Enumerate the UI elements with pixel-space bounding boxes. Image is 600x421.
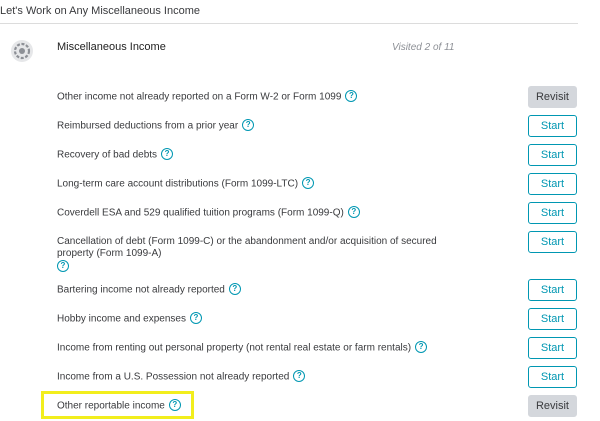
- item-label: Other reportable income?: [57, 399, 181, 413]
- item-label: Hobby income and expenses?: [57, 312, 202, 326]
- help-icon[interactable]: ?: [293, 370, 306, 382]
- start-button[interactable]: Start: [528, 115, 577, 137]
- help-icon[interactable]: ?: [168, 399, 181, 411]
- gear-icon: [11, 40, 33, 62]
- visited-count: Visited 2 of 11: [392, 42, 455, 53]
- start-button[interactable]: Start: [528, 279, 577, 301]
- item-label: Cancellation of debt (Form 1099-C) or th…: [57, 236, 437, 272]
- item-label: Bartering income not already reported?: [57, 283, 241, 297]
- help-icon[interactable]: ?: [302, 177, 315, 189]
- help-icon[interactable]: ?: [57, 260, 69, 272]
- help-icon[interactable]: ?: [189, 312, 202, 324]
- item-label: Reimbursed deductions from a prior year?: [57, 119, 255, 133]
- page-title: Let's Work on Any Miscellaneous Income: [0, 5, 200, 17]
- item-label: Coverdell ESA and 529 qualified tuition …: [57, 206, 360, 220]
- start-button[interactable]: Start: [528, 144, 577, 166]
- help-icon[interactable]: ?: [415, 341, 428, 353]
- help-icon[interactable]: ?: [242, 119, 255, 131]
- start-button[interactable]: Start: [528, 231, 577, 253]
- start-button[interactable]: Start: [528, 337, 577, 359]
- section-title: Miscellaneous Income: [57, 41, 166, 53]
- help-icon[interactable]: ?: [347, 206, 360, 218]
- start-button[interactable]: Start: [528, 308, 577, 330]
- item-label: Income from a U.S. Possession not alread…: [57, 370, 306, 384]
- start-button[interactable]: Start: [528, 366, 577, 388]
- item-label: Recovery of bad debts?: [57, 148, 174, 162]
- help-icon[interactable]: ?: [228, 283, 241, 295]
- start-button[interactable]: Start: [528, 202, 577, 224]
- revisit-button[interactable]: Revisit: [528, 395, 577, 417]
- help-icon[interactable]: ?: [345, 90, 358, 102]
- revisit-button[interactable]: Revisit: [528, 86, 577, 108]
- item-label: Income from renting out personal propert…: [57, 341, 428, 355]
- item-label: Long-term care account distributions (Fo…: [57, 177, 315, 191]
- title-divider: [0, 23, 578, 24]
- item-label: Other income not already reported on a F…: [57, 90, 358, 104]
- start-button[interactable]: Start: [528, 173, 577, 195]
- help-icon[interactable]: ?: [161, 148, 174, 160]
